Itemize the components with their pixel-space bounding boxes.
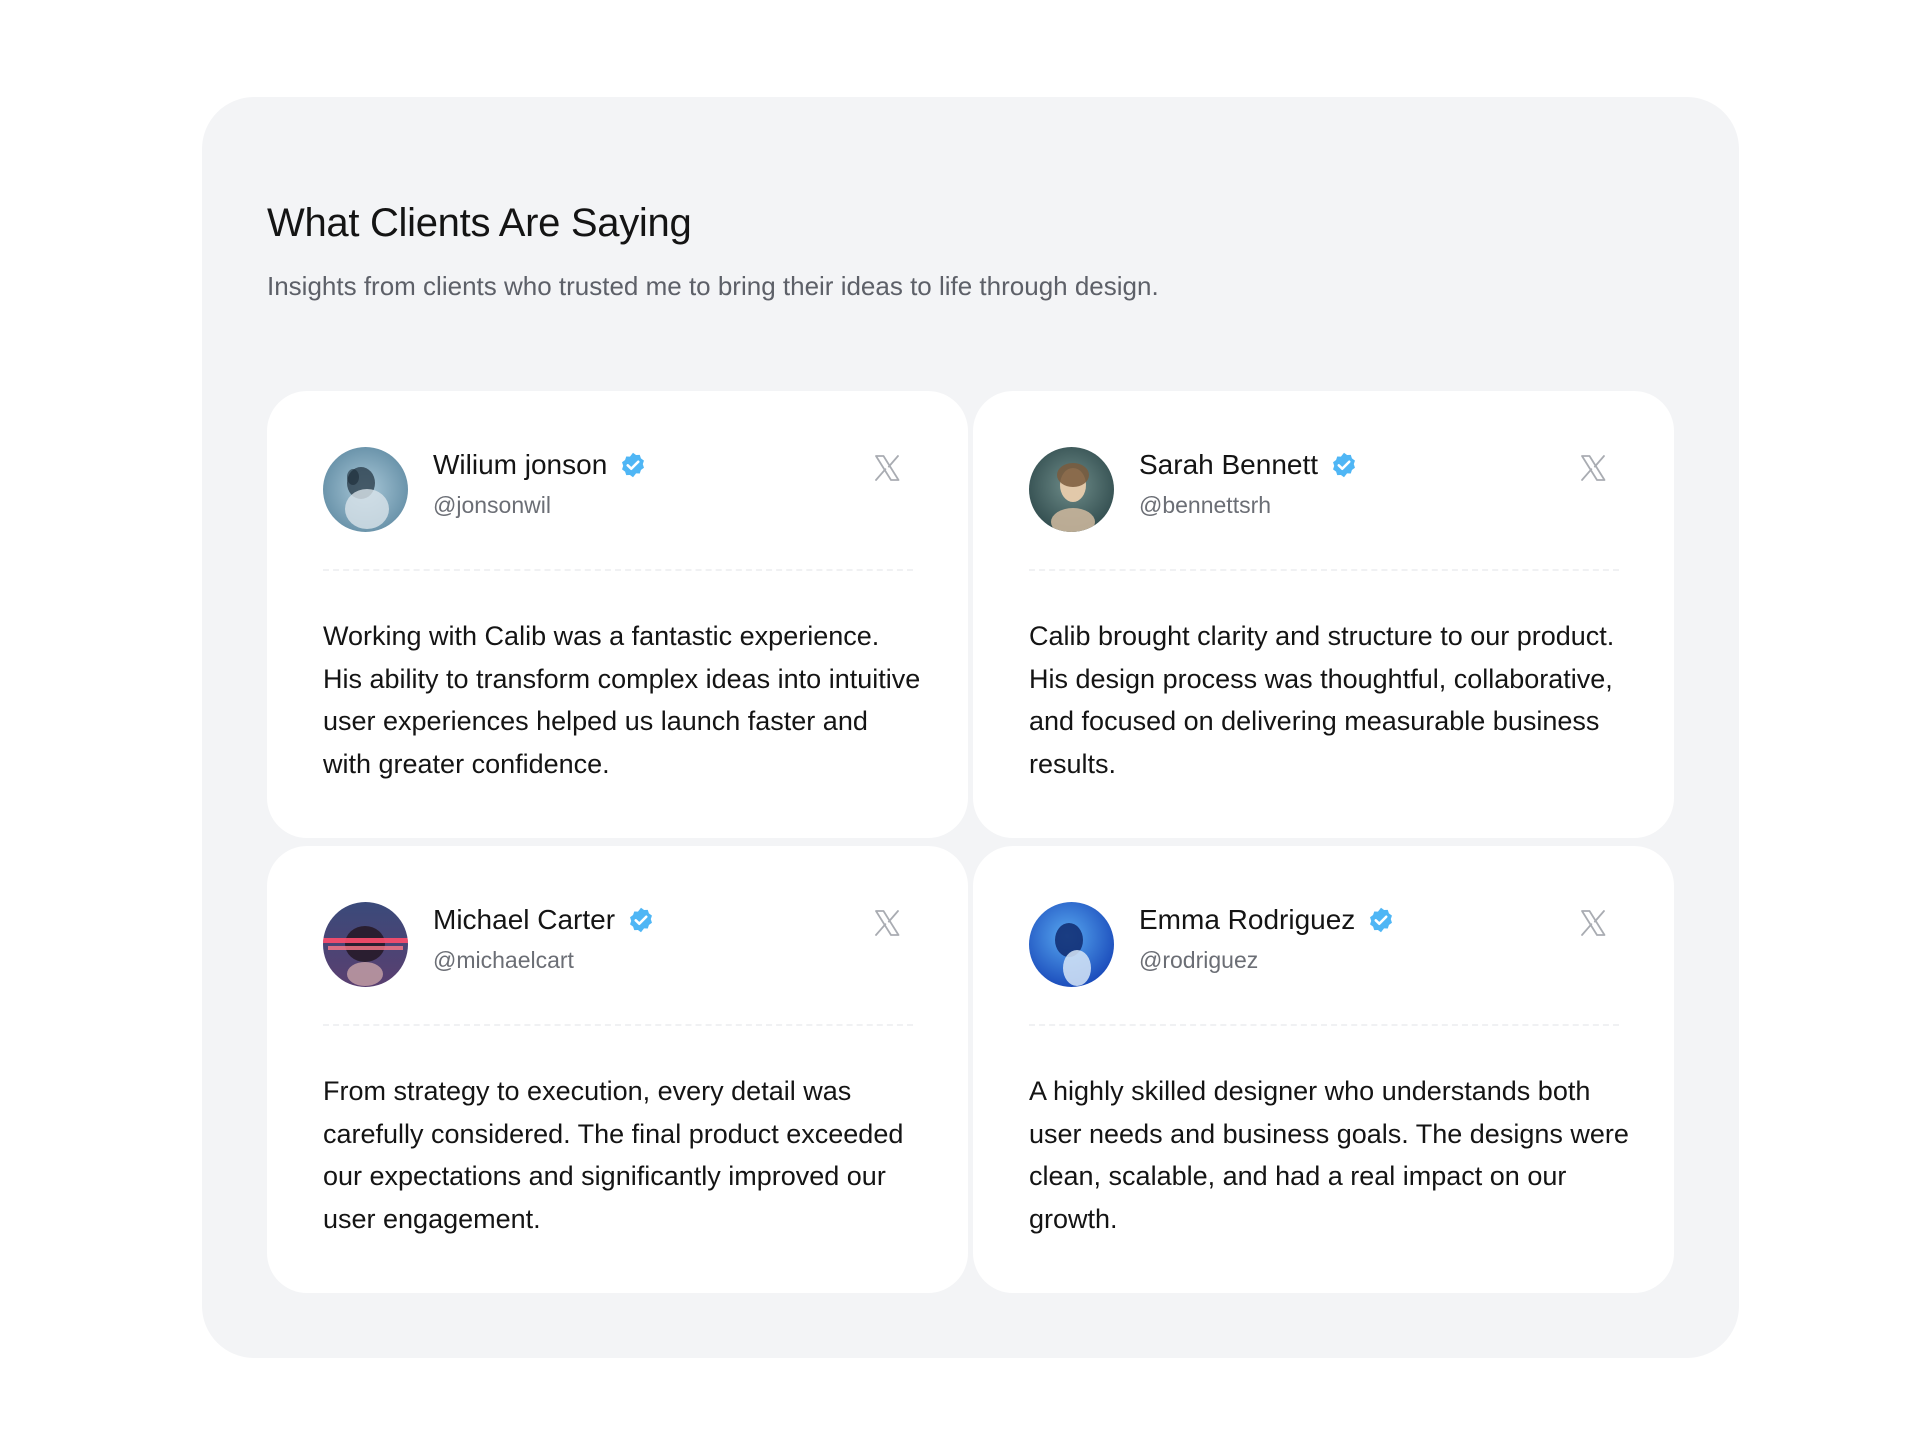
section-subtitle: Insights from clients who trusted me to …: [267, 271, 1159, 301]
client-name: Wilium jonson: [433, 449, 608, 480]
testimonials-section: What Clients Are Saying Insights from cl…: [202, 97, 1739, 1358]
client-name: Sarah Bennett: [1139, 449, 1319, 480]
avatar-photo: [1029, 902, 1114, 987]
divider: [1029, 569, 1619, 571]
name-row: Emma Rodriguez: [1139, 904, 1395, 936]
testimonial-card: Emma Rodriguez @rodriguez A highly skill…: [973, 846, 1674, 1293]
avatar-photo: [1029, 447, 1114, 532]
client-handle: @michaelcart: [433, 947, 574, 973]
verified-badge-icon: [619, 451, 647, 479]
section-title: What Clients Are Saying: [267, 201, 692, 245]
avatar: [323, 447, 408, 532]
client-handle: @rodriguez: [1139, 947, 1259, 973]
name-row: Michael Carter: [433, 904, 655, 936]
client-name: Emma Rodriguez: [1139, 904, 1356, 935]
testimonial-grid: Wilium jonson @jonsonwil Working with Ca…: [267, 391, 1674, 1293]
verified-badge-icon: [627, 906, 655, 934]
x-logo-icon[interactable]: [1578, 908, 1608, 938]
name-row: Sarah Bennett: [1139, 449, 1358, 481]
client-handle: @jonsonwil: [433, 492, 551, 518]
avatar: [323, 902, 408, 987]
verified-badge-icon: [1367, 906, 1395, 934]
avatar-photo: [323, 902, 408, 987]
client-handle: @bennettsrh: [1139, 492, 1272, 518]
testimonial-card: Sarah Bennett @bennettsrh Calib brought …: [973, 391, 1674, 838]
x-logo-icon[interactable]: [1578, 453, 1608, 483]
name-row: Wilium jonson: [433, 449, 647, 481]
x-logo-icon[interactable]: [872, 908, 902, 938]
avatar: [1029, 447, 1114, 532]
testimonial-card: Michael Carter @michaelcart From strateg…: [267, 846, 968, 1293]
verified-badge-icon: [1330, 451, 1358, 479]
testimonial-quote: Calib brought clarity and structure to o…: [1029, 621, 1615, 779]
avatar-photo: [323, 447, 408, 532]
testimonial-quote: From strategy to execution, every detail…: [323, 1076, 904, 1234]
testimonial-quote: Working with Calib was a fantastic exper…: [323, 621, 921, 779]
testimonial-card: Wilium jonson @jonsonwil Working with Ca…: [267, 391, 968, 838]
x-logo-icon[interactable]: [872, 453, 902, 483]
avatar: [1029, 902, 1114, 987]
divider: [323, 1024, 913, 1026]
divider: [323, 569, 913, 571]
testimonial-quote: A highly skilled designer who understand…: [1029, 1076, 1629, 1234]
divider: [1029, 1024, 1619, 1026]
client-name: Michael Carter: [433, 904, 616, 935]
